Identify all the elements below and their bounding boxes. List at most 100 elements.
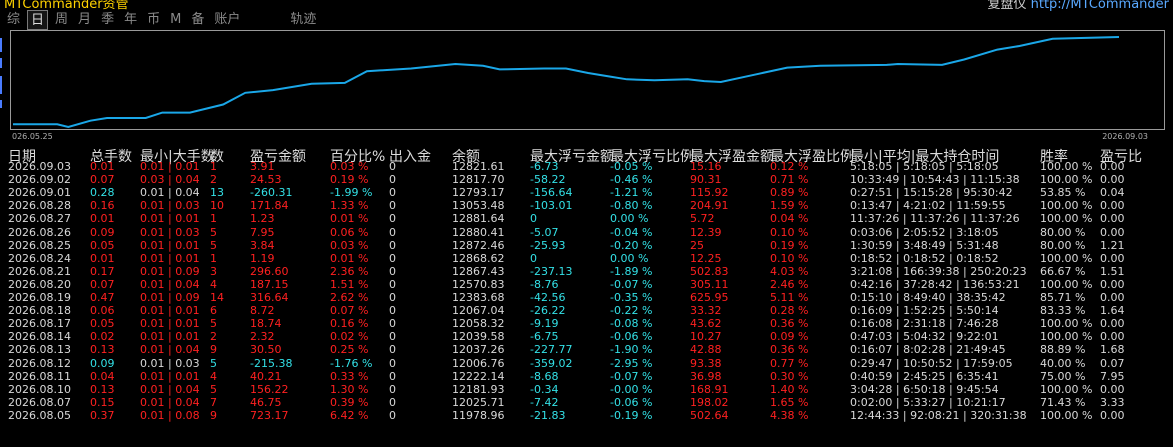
cell-max-float-profit-pct: 5.11 % — [770, 291, 809, 304]
cell-pl-ratio: 0.00 — [1100, 199, 1125, 213]
table-row[interactable]: 2026.09.03 0.01 0.01 | 0.01 1 3.91 0.03 % 0 128… — [8, 160, 1168, 174]
cell-flow: 0 — [389, 395, 396, 409]
cell-max-float-profit: 168.91 — [690, 382, 729, 396]
cell-total-lots: 0.09 — [90, 225, 115, 239]
table-row[interactable]: 2026.08.17 0.05 0.01 | 0.01 5 18.74 0.16 % 0 12… — [8, 317, 1168, 331]
cell-pct: 1.51 % — [330, 277, 369, 291]
cell-flow: 0 — [389, 304, 396, 318]
cell-date: 2026.08.24 — [8, 251, 71, 265]
tab-3[interactable]: 月 — [75, 10, 94, 30]
cell-min-max-lots: 0.01 | 0.01 — [140, 160, 200, 173]
table-row[interactable]: 2026.08.20 0.07 0.01 | 0.04 4 187.15 1.51 % 0 1… — [8, 278, 1168, 292]
cell-max-float-profit-pct: 1.65 % — [770, 395, 809, 409]
cell-max-float-profit: 5.72 — [690, 212, 715, 226]
tab-bar: 综日周月季年币 M 备账户 轨迹 — [4, 10, 319, 30]
table-row[interactable]: 2026.08.27 0.01 0.01 | 0.01 1 1.23 0.01 % 0 128… — [8, 212, 1168, 226]
cell-count: 13 — [210, 186, 224, 200]
tab-9[interactable]: 账户 — [211, 10, 243, 30]
cell-balance: 12025.71 — [452, 395, 505, 409]
cell-min-max-lots: 0.01 | 0.01 — [140, 212, 200, 226]
cell-flow: 0 — [389, 225, 396, 239]
tab-8[interactable]: 备 — [188, 10, 207, 30]
cell-max-float-profit: 115.92 — [690, 186, 729, 200]
table-row[interactable]: 2026.08.21 0.17 0.01 | 0.09 3 296.60 2.36 % 0 1… — [8, 265, 1168, 279]
cell-max-float-loss-pct: -0.00 % — [610, 382, 653, 396]
cell-win-rate: 100.00 % — [1040, 317, 1093, 331]
cell-min-max-lots: 0.01 | 0.01 — [140, 304, 200, 318]
cell-count: 14 — [210, 291, 224, 304]
cell-max-float-loss-pct: -0.19 % — [610, 408, 653, 422]
cell-max-float-profit-pct: 0.30 % — [770, 369, 809, 383]
cell-count: 7 — [210, 395, 217, 409]
table-row[interactable]: 2026.08.11 0.04 0.01 | 0.01 4 40.21 0.33 % 0 12… — [8, 370, 1168, 384]
cell-win-rate: 40.00 % — [1040, 356, 1086, 370]
table-row[interactable]: 2026.09.01 0.28 0.01 | 0.04 13 -260.31 -1.99 … — [8, 186, 1168, 200]
table-row[interactable]: 2026.08.07 0.15 0.01 | 0.04 7 46.75 0.39 % 0 12… — [8, 396, 1168, 410]
tab-6[interactable]: 币 — [144, 10, 163, 30]
cell-pl-ratio: 0.04 — [1100, 186, 1125, 200]
tab-7[interactable]: M — [167, 10, 184, 30]
cell-date: 2026.08.07 — [8, 395, 71, 409]
cell-date: 2026.08.11 — [8, 369, 71, 383]
table-row[interactable]: 2026.08.10 0.13 0.01 | 0.04 5 156.22 1.30 % 0 1… — [8, 383, 1168, 397]
cell-count: 5 — [210, 225, 217, 239]
table-row[interactable]: 2026.08.25 0.05 0.01 | 0.01 5 3.84 0.03 % 0 128… — [8, 239, 1168, 253]
cell-pnl: 7.95 — [250, 225, 275, 239]
cell-max-float-loss: -25.93 — [530, 238, 566, 252]
table-row[interactable]: 2026.08.26 0.09 0.01 | 0.03 5 7.95 0.06 % 0 128… — [8, 226, 1168, 240]
table-row[interactable]: 2026.08.24 0.01 0.01 | 0.01 1 1.19 0.01 % 0 128… — [8, 252, 1168, 266]
cell-count: 4 — [210, 277, 217, 291]
cell-max-float-profit: 198.02 — [690, 395, 729, 409]
cell-pl-ratio: 0.00 — [1100, 225, 1125, 239]
cell-pct: 1.33 % — [330, 199, 369, 213]
scrollbar[interactable] — [1167, 30, 1173, 447]
cell-total-lots: 0.05 — [90, 238, 115, 252]
cell-hold-time: 0:13:47 | 4:21:02 | 11:59:55 — [850, 199, 1006, 213]
table-row[interactable]: 2026.08.13 0.13 0.01 | 0.04 9 30.50 0.25 % 0 12… — [8, 343, 1168, 357]
cell-date: 2026.08.18 — [8, 304, 71, 318]
cell-pnl: 24.53 — [250, 173, 282, 187]
cell-max-float-profit-pct: 4.03 % — [770, 264, 809, 278]
cell-count: 2 — [210, 330, 217, 344]
cell-max-float-loss: -6.75 — [530, 330, 559, 344]
cell-max-float-profit: 10.27 — [690, 330, 722, 344]
table-row[interactable]: 2026.08.05 0.37 0.01 | 0.08 9 723.17 6.42 % 0 1… — [8, 409, 1168, 423]
cell-date: 2026.08.21 — [8, 264, 71, 278]
tab-0[interactable]: 综 — [4, 10, 23, 30]
table-row[interactable]: 2026.08.18 0.06 0.01 | 0.01 6 8.72 0.07 % 0 120… — [8, 304, 1168, 318]
cell-pl-ratio: 0.00 — [1100, 251, 1125, 265]
cell-pct: 2.62 % — [330, 291, 369, 304]
tab-5[interactable]: 年 — [121, 10, 140, 30]
cell-pnl: -260.31 — [250, 186, 293, 200]
cell-max-float-loss-pct: -0.07 % — [610, 277, 653, 291]
cell-win-rate: 100.00 % — [1040, 382, 1093, 396]
cell-win-rate: 100.00 % — [1040, 212, 1093, 226]
cell-hold-time: 0:16:08 | 2:31:18 | 7:46:28 — [850, 317, 999, 331]
table-row[interactable]: 2026.08.12 0.09 0.01 | 0.03 5 -215.38 -1.76 %… — [8, 357, 1168, 371]
table-row[interactable]: 2026.09.02 0.07 0.03 | 0.04 2 24.53 0.19 % 0 12… — [8, 173, 1168, 187]
cell-pnl: 723.17 — [250, 408, 289, 422]
cell-date: 2026.08.27 — [8, 212, 71, 226]
cell-pl-ratio: 0.00 — [1100, 408, 1125, 422]
cell-balance: 12880.41 — [452, 225, 505, 239]
tab-10[interactable]: 轨迹 — [287, 10, 319, 30]
cell-pl-ratio: 0.00 — [1100, 277, 1125, 291]
title-right-url[interactable]: http://MTCommander — [1031, 0, 1169, 12]
cell-pct: -1.99 % — [330, 186, 373, 200]
cell-pct: 0.01 % — [330, 251, 369, 265]
cell-max-float-profit: 33.32 — [690, 304, 722, 318]
tab-2[interactable]: 周 — [52, 10, 71, 30]
tab-4[interactable]: 季 — [98, 10, 117, 30]
cell-max-float-loss: -156.64 — [530, 186, 573, 200]
tab-1[interactable]: 日 — [27, 10, 49, 30]
table-row[interactable]: 2026.08.14 0.02 0.01 | 0.01 2 2.32 0.02 % 0 120… — [8, 330, 1168, 344]
cell-pl-ratio: 7.95 — [1100, 369, 1125, 383]
cell-pnl: 187.15 — [250, 277, 289, 291]
table-row[interactable]: 2026.08.28 0.16 0.01 | 0.03 10 171.84 1.33 % 0… — [8, 199, 1168, 213]
table-row[interactable]: 2026.08.19 0.47 0.01 | 0.09 14 316.64 2.62 % 0… — [8, 291, 1168, 305]
cell-hold-time: 10:33:49 | 10:54:43 | 11:15:38 — [850, 173, 1020, 187]
cell-pnl: 2.32 — [250, 330, 275, 344]
cell-min-max-lots: 0.01 | 0.04 — [140, 186, 200, 200]
cell-pnl: -215.38 — [250, 356, 293, 370]
cell-max-float-profit: 502.83 — [690, 264, 729, 278]
